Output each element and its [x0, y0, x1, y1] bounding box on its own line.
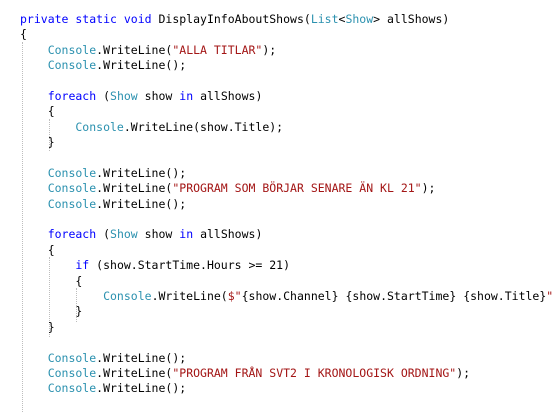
code-token: show	[137, 88, 180, 103]
code-token: foreach	[20, 88, 97, 103]
code-token: Console	[20, 381, 97, 396]
code-token: (	[96, 88, 111, 103]
code-token: Console	[20, 350, 97, 365]
code-line[interactable]: Console.WriteLine("PROGRAM FRÅN SVT2 I K…	[20, 366, 553, 381]
code-token: if	[20, 258, 90, 273]
code-token: $"	[227, 289, 242, 304]
code-token: allShows)	[193, 88, 263, 103]
code-token: private static void	[20, 12, 159, 26]
code-token: .WriteLine(	[96, 365, 173, 380]
code-token: (show.StartTime.Hours >= 21)	[89, 258, 291, 273]
code-token: in	[179, 88, 194, 103]
code-token: Console	[20, 165, 97, 180]
code-token: Console	[20, 119, 124, 134]
code-line[interactable]: {	[20, 274, 553, 289]
code-token: .WriteLine();	[96, 196, 187, 211]
code-token: .WriteLine();	[96, 165, 187, 180]
code-line[interactable]: foreach (Show show in allShows)	[20, 89, 553, 104]
code-line[interactable]: Console.WriteLine("ALLA TITLAR");	[20, 43, 553, 58]
code-token: DisplayInfoAboutShows(	[158, 12, 311, 26]
code-token: show	[137, 227, 180, 242]
code-token: in	[179, 227, 194, 242]
code-token: {show.Channel}	[241, 289, 339, 304]
code-token: .WriteLine();	[96, 58, 187, 73]
code-token: .WriteLine();	[96, 381, 187, 396]
code-token: );	[456, 365, 471, 380]
code-token: Console	[20, 42, 97, 57]
code-token: "PROGRAM SOM BÖRJAR SENARE ÄN KL 21"	[172, 181, 422, 196]
code-token: .WriteLine(	[96, 42, 173, 57]
code-token: Console	[20, 196, 97, 211]
code-token: }	[20, 304, 83, 319]
code-line[interactable]: Console.WriteLine();	[20, 351, 553, 366]
code-line[interactable]: Console.WriteLine("PROGRAM SOM BÖRJAR SE…	[20, 181, 553, 196]
code-token: Show	[110, 88, 138, 103]
code-token: {show.StartTime}	[345, 289, 457, 304]
code-line[interactable]	[20, 335, 553, 350]
code-line[interactable]: {	[20, 104, 553, 119]
code-editor[interactable]: private static void DisplayInfoAboutShow…	[0, 0, 553, 412]
code-token: (	[96, 227, 111, 242]
code-line[interactable]: }	[20, 135, 553, 150]
code-line[interactable]	[20, 151, 553, 166]
code-token: }	[20, 319, 55, 334]
code-token: .WriteLine();	[96, 350, 187, 365]
code-line[interactable]: Console.WriteLine();	[20, 58, 553, 73]
code-token: .WriteLine(	[96, 181, 173, 196]
code-token: > allShows)	[373, 12, 450, 26]
code-token: "	[546, 289, 553, 304]
code-token: List	[310, 12, 339, 26]
code-line[interactable]	[20, 74, 553, 89]
code-area[interactable]: private static void DisplayInfoAboutShow…	[20, 12, 553, 412]
code-line[interactable]: Console.WriteLine();	[20, 381, 553, 396]
code-token: Console	[20, 289, 152, 304]
code-token: allShows)	[193, 227, 263, 242]
code-token: {	[20, 104, 55, 119]
code-token: );	[262, 42, 277, 57]
code-token: "PROGRAM FRÅN SVT2 I KRONOLOGISK ORDNING…	[172, 365, 457, 380]
code-token: .WriteLine(	[151, 289, 228, 304]
code-line[interactable]: {	[20, 243, 553, 258]
code-line[interactable]: Console.WriteLine(show.Title);	[20, 120, 553, 135]
code-token: Console	[20, 181, 97, 196]
code-token: {	[20, 273, 83, 288]
code-token: foreach	[20, 227, 97, 242]
code-token: "ALLA TITLAR"	[172, 42, 263, 57]
code-token: }	[20, 135, 55, 150]
code-token: Console	[20, 365, 97, 380]
code-token: {	[20, 242, 55, 257]
code-line[interactable]: Console.WriteLine();	[20, 197, 553, 212]
code-line[interactable]: private static void DisplayInfoAboutShow…	[20, 12, 553, 27]
code-token: Show	[110, 227, 138, 242]
code-token: Show	[345, 12, 374, 26]
code-line[interactable]: }	[20, 320, 553, 335]
code-token: Console	[20, 58, 97, 73]
code-line[interactable]: Console.WriteLine($"{show.Channel} {show…	[20, 289, 553, 304]
code-line[interactable]: Console.WriteLine();	[20, 166, 553, 181]
code-line[interactable]: }	[20, 304, 553, 319]
code-line[interactable]: {	[20, 27, 553, 42]
code-token: );	[421, 181, 436, 196]
code-token: {show.Title}	[463, 289, 547, 304]
code-line[interactable]: if (show.StartTime.Hours >= 21)	[20, 258, 553, 273]
code-token: .WriteLine(show.Title);	[123, 119, 284, 134]
code-token: {	[20, 27, 27, 42]
code-line[interactable]	[20, 212, 553, 227]
code-line[interactable]: foreach (Show show in allShows)	[20, 227, 553, 242]
